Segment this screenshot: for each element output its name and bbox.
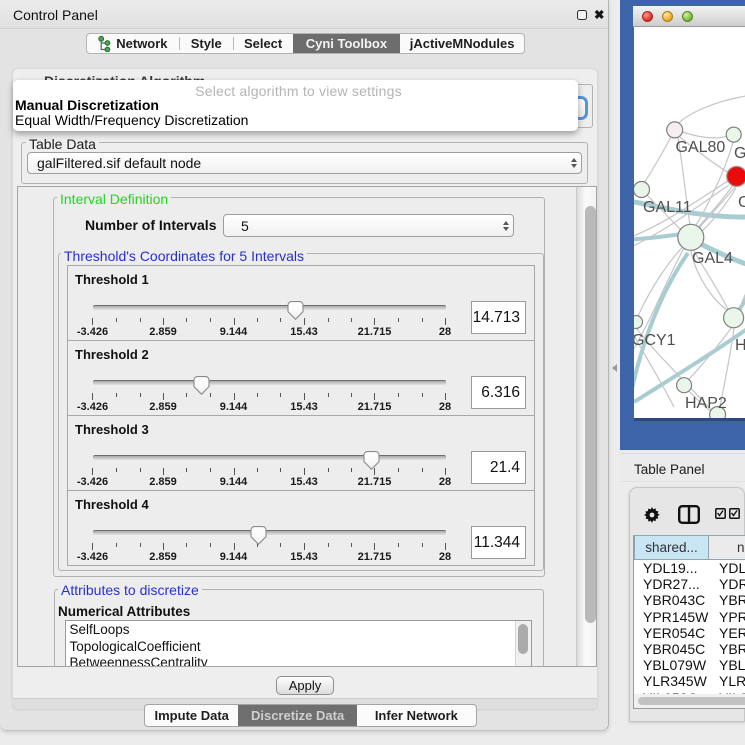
- svg-text:GAL80: GAL80: [676, 139, 726, 156]
- svg-text:HAP2: HAP2: [685, 395, 727, 412]
- svg-text:C: C: [738, 194, 745, 211]
- svg-text:GAL4: GAL4: [692, 250, 733, 267]
- svg-text:H: H: [735, 337, 745, 354]
- svg-text:GAL11: GAL11: [643, 199, 692, 216]
- svg-text:GCY1: GCY1: [634, 332, 676, 349]
- svg-text:GA: GA: [734, 145, 745, 162]
